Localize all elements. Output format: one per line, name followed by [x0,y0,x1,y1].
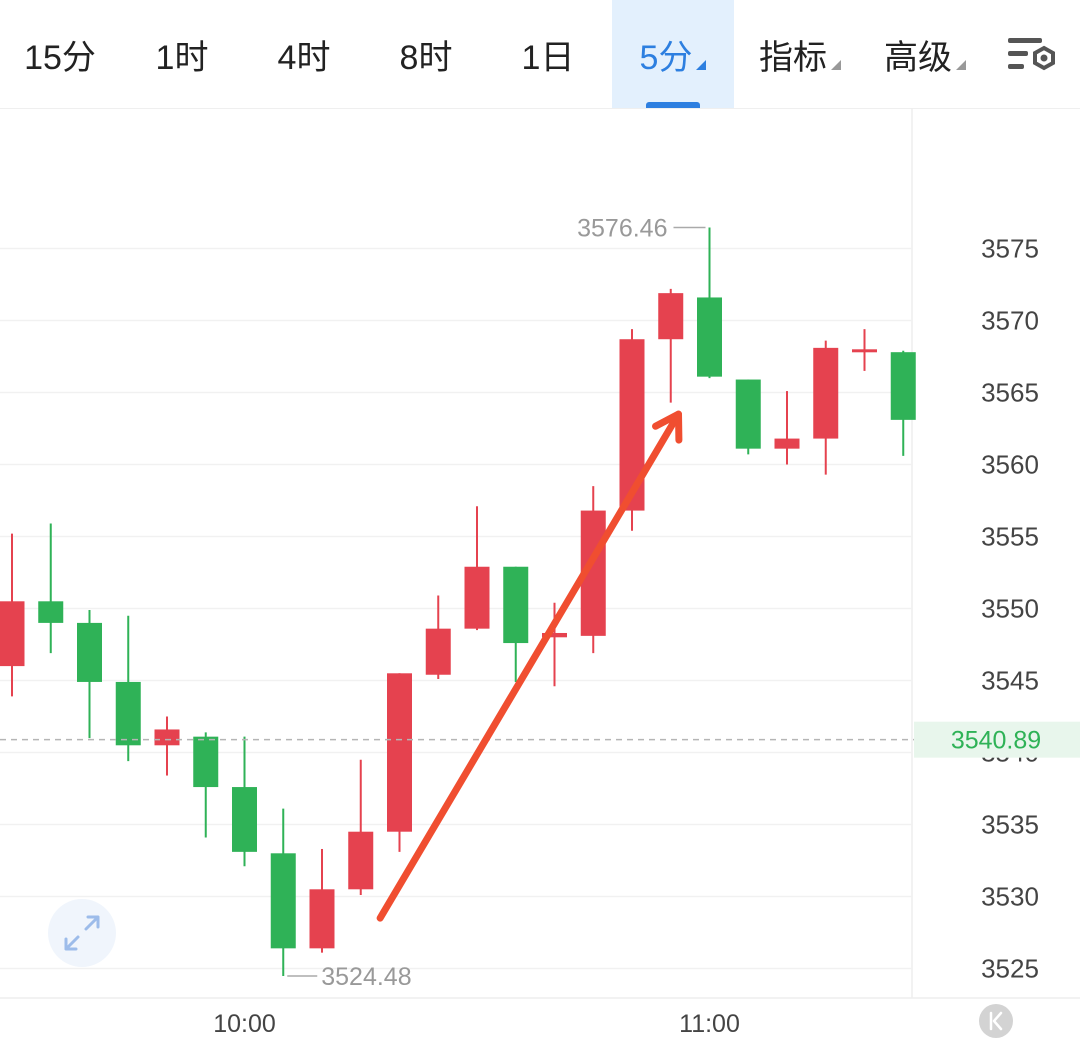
tab-label: 1日 [521,38,575,77]
candle-body [154,729,180,746]
max-price-label: 3576.46 [577,214,667,242]
expand-button[interactable] [48,899,116,967]
candle-body [735,379,761,449]
candle-body [658,293,684,340]
candle-body [309,889,335,949]
y-tick-label: 3570 [981,306,1039,336]
candle-body [348,831,374,890]
candlestick-chart-svg[interactable]: 3525353035353540354535503555356035653570… [0,108,1080,1043]
tab-advanced[interactable]: 高级 [864,0,986,108]
y-tick-label: 3535 [981,810,1039,840]
tab-5m[interactable]: 5分 [612,0,734,108]
candle-body [425,628,451,675]
dropdown-triangle-icon [956,60,966,70]
x-tick-label: 11:00 [679,1010,740,1038]
tab-8h[interactable]: 8时 [366,0,486,108]
current-price-label: 3540.89 [951,727,1041,755]
tab-label: 15分 [24,38,96,77]
candle-body [270,853,296,949]
y-tick-label: 3550 [981,594,1039,624]
candle-body [503,566,529,644]
candle-body [852,349,877,353]
chart-settings-icon[interactable] [1006,34,1060,78]
y-tick-label: 3525 [981,954,1039,984]
annotation-arrow-shaft [376,410,682,922]
min-price-label: 3524.48 [321,963,411,991]
kline-toggle-button[interactable] [979,1004,1013,1038]
candle-body [232,787,257,852]
y-tick-label: 3530 [981,882,1039,912]
candle-body [77,622,102,682]
timeframe-toolbar: 15分 1时 4时 8时 1日 5分 指标 高级 [0,0,1080,109]
candle-body [890,352,916,420]
candle-body [619,339,645,511]
candle-body [774,438,800,449]
tab-label: 5分 [639,38,693,77]
tab-1d[interactable]: 1日 [488,0,608,108]
tab-indicators[interactable]: 指标 [740,0,860,108]
kline-chart[interactable]: 3525353035353540354535503555356035653570… [0,108,1080,1043]
candle-body [387,673,412,832]
tab-4h[interactable]: 4时 [244,0,364,108]
tab-label: 指标 [759,38,827,77]
tab-label: 8时 [399,38,453,77]
candle-body [38,601,64,623]
tab-1h[interactable]: 1时 [122,0,242,108]
tab-15m[interactable]: 15分 [0,0,120,108]
candle-body [813,347,839,439]
candle-body [115,681,141,746]
y-tick-label: 3560 [981,450,1039,480]
y-tick-label: 3545 [981,666,1039,696]
dropdown-triangle-icon [696,60,707,70]
y-tick-label: 3565 [981,378,1039,408]
candle-body [697,297,722,377]
dropdown-triangle-icon [831,60,841,70]
tab-label: 4时 [277,38,331,77]
candle-body [464,566,490,629]
tab-label: 高级 [884,38,952,77]
y-tick-label: 3555 [981,522,1039,552]
x-tick-label: 10:00 [213,1010,276,1038]
y-tick-label: 3575 [981,234,1039,264]
candle-body [0,601,25,667]
candle-body [193,736,219,788]
tab-label: 1时 [155,38,209,77]
